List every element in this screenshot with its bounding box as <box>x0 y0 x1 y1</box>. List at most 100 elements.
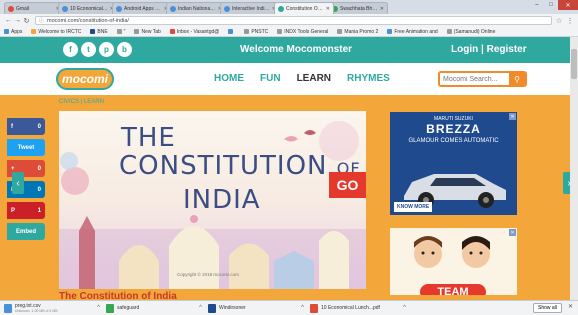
welcome-text: Welcome Mocomonster <box>240 44 353 55</box>
window-close-icon[interactable]: ✕ <box>558 0 578 10</box>
register-link[interactable]: Register <box>487 44 527 55</box>
site-logo[interactable]: mocomi <box>56 68 114 90</box>
facebook-share-button[interactable]: f0 <box>7 118 45 135</box>
download-item[interactable]: safeguard ^ <box>106 303 202 313</box>
hero-copyright: Copyright © 2018 mocomi.com <box>177 272 239 277</box>
breadcrumb-learn[interactable]: LEARN <box>84 99 104 105</box>
chevron-up-icon[interactable]: ^ <box>199 305 202 311</box>
browser-tab-active[interactable]: Constitution Of Indi✕ <box>274 2 334 14</box>
breadcrumb: CIVICS | LEARN <box>59 99 104 105</box>
breadcrumb-civics[interactable]: CIVICS <box>59 99 79 105</box>
facebook-icon[interactable]: f <box>63 42 78 57</box>
nav-rhymes[interactable]: RHYMES <box>347 73 390 84</box>
download-bar-close-icon[interactable]: ✕ <box>568 303 573 310</box>
ad-team-text: TEAM <box>420 284 486 295</box>
tab-close-icon[interactable]: ✕ <box>326 6 330 12</box>
bookmark-item[interactable]: Inbox - Vasantgd@ <box>169 28 220 35</box>
social-links: f t p b <box>63 42 135 57</box>
tab-favicon-icon <box>224 5 230 12</box>
auth-links: Login | Register <box>451 44 527 55</box>
bookmark-item[interactable]: INDX Tools General <box>277 29 328 35</box>
pinterest-icon: P <box>11 207 16 214</box>
page-scrollbar[interactable] <box>570 37 578 300</box>
embed-button[interactable]: Embed <box>7 223 45 240</box>
kids-advertisement[interactable]: ✕ TEAM <box>390 228 517 295</box>
download-item[interactable]: 10 Economical Lunch...pdf ^ <box>310 303 406 313</box>
back-icon[interactable]: ← <box>4 17 13 24</box>
nav-learn[interactable]: LEARN <box>297 73 331 84</box>
login-link[interactable]: Login <box>451 44 478 55</box>
bookmark-item[interactable]: PNSTC <box>244 29 268 35</box>
tab-label: Constitution Of Indi <box>286 5 324 12</box>
bookmark-label: Inbox - Vasantgd@ <box>176 28 220 35</box>
prev-arrow-icon[interactable]: ‹ <box>12 172 24 194</box>
nav-fun[interactable]: FUN <box>260 73 281 84</box>
search-input[interactable] <box>440 73 509 85</box>
file-icon <box>106 303 114 313</box>
bookmark-item[interactable]: (Samanudi) Online <box>446 29 495 35</box>
car-advertisement[interactable]: ✕ MARUTI SUZUKI BREZZA GLAMOUR COMES AUT… <box>390 112 517 215</box>
blogger-icon[interactable]: b <box>117 42 132 57</box>
pinterest-icon[interactable]: p <box>99 42 114 57</box>
bookmark-favicon-icon <box>116 29 122 34</box>
share-count: 0 <box>37 186 41 193</box>
download-name: preg.txt.csv Unknown, 1.00 MB of 4 MB <box>15 303 95 313</box>
info-icon[interactable]: ⓘ <box>39 17 44 24</box>
bookmark-item[interactable]: Free Animation and <box>387 28 438 35</box>
share-count: 1 <box>37 207 41 214</box>
bookmark-favicon-icon <box>228 29 234 34</box>
chevron-up-icon[interactable]: ^ <box>301 305 304 311</box>
bookmark-item[interactable]: " <box>116 29 125 35</box>
hero-title-line2: CONSTITUTION OF <box>119 151 361 181</box>
browser-tab[interactable]: 10 Economical Lunc✕ <box>58 2 118 14</box>
bookmark-item[interactable]: Mania Promo 2 <box>337 29 378 35</box>
hero-banner[interactable]: THE CONSTITUTION OF INDIA GO Copyright ©… <box>59 111 366 289</box>
download-bar: preg.txt.csv Unknown, 1.00 MB of 4 MB ^ sa… <box>0 300 578 315</box>
reload-icon[interactable]: ↻ <box>22 17 31 25</box>
pinterest-share-button[interactable]: P1 <box>7 202 45 219</box>
browser-tab[interactable]: Indian National Syn✕ <box>166 2 226 14</box>
bookmark-favicon-icon <box>244 29 250 34</box>
tab-label: Interactive India Ar <box>232 5 270 12</box>
file-icon <box>208 303 216 313</box>
bookmark-item[interactable]: Welcome to IRCTC <box>31 29 81 35</box>
know-more-button[interactable]: KNOW MORE <box>394 202 433 212</box>
bookmark-favicon-icon <box>134 29 140 34</box>
bookmark-label: BNE <box>97 28 108 35</box>
browser-tab[interactable]: Swachhata Bhagir ✕ <box>328 2 388 14</box>
bookmark-item[interactable]: New Tab <box>134 29 161 35</box>
bookmark-label: INDX Tools General <box>284 28 329 35</box>
apps-icon <box>4 29 9 34</box>
share-count: 0 <box>37 123 41 130</box>
tab-label: 10 Economical Lunc <box>70 5 108 12</box>
nav-home[interactable]: HOME <box>214 73 244 84</box>
bookmark-star-icon[interactable]: ☆ <box>556 17 566 25</box>
browser-tab[interactable]: Interactive India Ar✕ <box>220 2 280 14</box>
search-icon[interactable]: ⚲ <box>509 73 525 85</box>
browser-tab[interactable]: Android Apps on Go✕ <box>112 2 172 14</box>
browser-tab[interactable]: Gmail✕ <box>4 2 64 14</box>
show-all-downloads-button[interactable]: Show all <box>533 303 562 313</box>
tweet-button[interactable]: Tweet <box>7 139 45 156</box>
tab-label: Swachhata Bhagir <box>340 5 378 12</box>
bookmark-label: Free Animation and <box>394 28 438 35</box>
bookmark-item[interactable] <box>228 29 235 34</box>
chevron-up-icon[interactable]: ^ <box>403 305 406 311</box>
tab-label: Gmail <box>16 5 30 12</box>
bookmark-item[interactable]: Apps <box>4 29 22 35</box>
download-item[interactable]: Windirsoner ^ <box>208 303 304 313</box>
download-item[interactable]: preg.txt.csv Unknown, 1.00 MB of 4 MB ^ <box>4 303 100 313</box>
chevron-up-icon[interactable]: ^ <box>97 305 100 311</box>
bookmark-item[interactable]: BNE <box>90 28 108 35</box>
scrollbar-thumb[interactable] <box>571 49 577 79</box>
tab-close-icon[interactable]: ✕ <box>380 6 384 12</box>
bookmark-label: Welcome to IRCTC <box>38 28 82 35</box>
url-field[interactable]: ⓘ mocomi.com/constitution-of-india/ <box>35 16 552 25</box>
twitter-icon[interactable]: t <box>81 42 96 57</box>
forward-icon[interactable]: → <box>13 17 22 24</box>
minimize-icon[interactable]: – <box>530 0 544 10</box>
menu-icon[interactable]: ⋮ <box>566 17 574 25</box>
go-button[interactable]: GO <box>329 172 366 198</box>
site-nav-row: mocomi HOME FUN LEARN RHYMES ⚲ <box>0 63 578 95</box>
maximize-icon[interactable]: □ <box>544 0 558 10</box>
